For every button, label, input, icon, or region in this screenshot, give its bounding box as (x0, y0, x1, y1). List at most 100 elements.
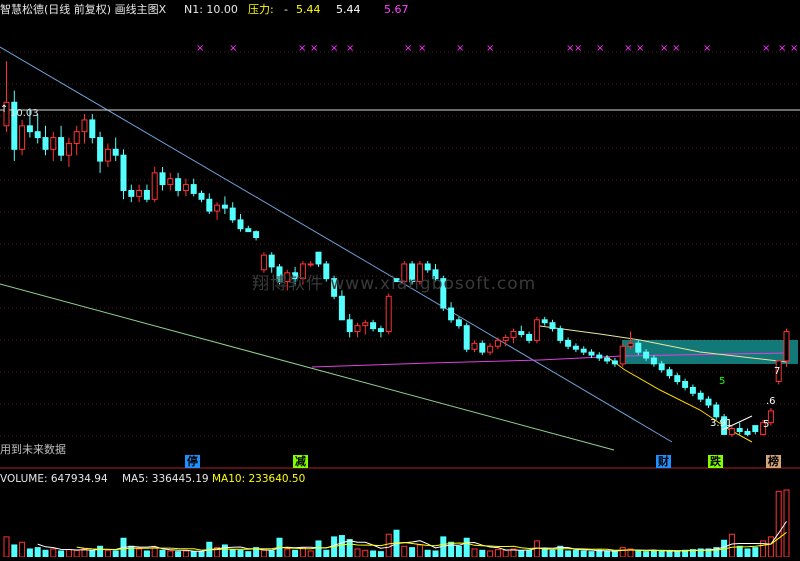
volume-bar-28 (221, 544, 228, 558)
candle-body-58 (455, 319, 462, 327)
volume-ma5: MA5: 336445.19 (122, 473, 209, 485)
candle-body-5 (42, 137, 49, 150)
volume-bar-0 (3, 536, 10, 558)
candle-body-8 (65, 142, 72, 156)
volume-bar-20 (159, 549, 166, 558)
candle-body-10 (81, 119, 88, 133)
badge-ting: 停 (185, 455, 200, 468)
volume-bar-21 (167, 550, 174, 558)
candle-body-66 (518, 331, 525, 335)
signal-marker-14: × (636, 43, 644, 54)
volume-bar-34 (268, 550, 275, 558)
signal-marker-13: × (624, 43, 632, 54)
signal-marker-12: × (596, 43, 604, 54)
pressure-value-1: 5.44 (296, 3, 321, 16)
signal-marker-17: × (703, 43, 711, 54)
volume-bar-3 (26, 548, 33, 558)
volume-bar-77 (604, 550, 611, 558)
candle-body-79 (619, 345, 626, 365)
candle-body-86 (674, 375, 681, 383)
volume-bar-1 (11, 544, 18, 558)
signal-marker-5: × (346, 43, 354, 54)
candle-body-21 (167, 178, 174, 186)
candle-body-28 (221, 204, 228, 209)
price-marker-arrow: ↑ (0, 104, 9, 115)
candle-body-9 (73, 131, 80, 144)
volume-bar-62 (487, 550, 494, 558)
volume-bar-2 (19, 541, 26, 558)
candle-body-77 (604, 357, 611, 362)
candle-body-30 (237, 219, 244, 230)
candle-body-32 (253, 231, 260, 239)
volume-bar-4 (34, 547, 41, 558)
volume-bar-9 (73, 549, 80, 558)
candle-body-3 (26, 125, 33, 133)
candle-body-24 (190, 184, 197, 194)
candle-body-74 (580, 348, 587, 353)
downtrend-line-upper (0, 46, 373, 266)
volume-bar-14 (112, 550, 119, 558)
signal-marker-9: × (486, 43, 494, 54)
volume-bar-95 (744, 548, 751, 558)
volume-bar-93 (728, 533, 735, 558)
candle-body-4 (34, 131, 41, 139)
volume-bar-64 (502, 549, 509, 558)
top-markers: × × × × × × × × × × × × × × × × × × × × × (196, 43, 798, 54)
volume-value: VOLUME: 647934.94 (0, 473, 108, 485)
badge-die: 跌 (708, 455, 723, 468)
candle-body-73 (572, 345, 579, 350)
candle-body-72 (565, 339, 572, 347)
volume-ma10: MA10: 233640.50 (212, 473, 306, 485)
volume-bar-47 (370, 550, 377, 558)
signal-marker-20: × (790, 43, 798, 54)
volume-bar-8 (65, 549, 72, 558)
candle-body-17 (136, 189, 143, 197)
candle-body-27 (214, 204, 221, 212)
candle-body-11 (89, 119, 96, 139)
candle-body-43 (338, 295, 345, 321)
volume-bar-82 (643, 551, 650, 558)
volume-bar-43 (338, 535, 345, 558)
candle-body-96 (752, 425, 759, 432)
candle-body-88 (689, 386, 696, 394)
candle-body-40 (315, 251, 322, 265)
candles (3, 61, 790, 437)
signal-marker-4: × (330, 43, 338, 54)
candle-body-75 (588, 351, 595, 356)
volume-bar-76 (596, 549, 603, 558)
volume-bar-41 (323, 549, 330, 558)
volume-bar-37 (292, 549, 299, 558)
signal-marker-6: × (404, 43, 412, 54)
candle-body-16 (128, 189, 135, 197)
candle-body-71 (557, 328, 564, 341)
chart-stage: × × × × × × × × × × × × × × × × × × × × × 智慧松德(日线 前复权) 画线主图X… (0, 0, 800, 558)
volume-bar-84 (658, 549, 665, 558)
candle-body-84 (658, 363, 665, 371)
volume-bar-94 (736, 545, 743, 558)
annotation-7: 7 (774, 366, 781, 377)
candle-body-44 (346, 319, 353, 333)
candle-body-47 (370, 322, 377, 330)
candle-body-81 (635, 342, 642, 353)
trend-overlays (0, 46, 800, 451)
volume-bar-81 (635, 550, 642, 558)
badge-jian: 减 (293, 455, 308, 468)
volume-bar-25 (198, 551, 205, 558)
volume-bar-31 (245, 551, 252, 558)
volume-bar-11 (89, 550, 96, 558)
candle-body-76 (596, 354, 603, 359)
candle-body-70 (549, 322, 556, 330)
volume-bar-22 (175, 551, 182, 558)
candle-body-22 (175, 178, 182, 191)
pressure-value-2: 5.44 (336, 3, 361, 16)
volume-bar-51 (401, 545, 408, 558)
candle-body-14 (112, 148, 119, 156)
volume-bar-83 (650, 550, 657, 558)
volume-bar-63 (494, 549, 501, 558)
signal-marker-19: × (778, 43, 786, 54)
volume-bar-58 (455, 545, 462, 558)
volume-bar-17 (136, 548, 143, 558)
volume-bar-55 (432, 550, 439, 558)
candle-body-6 (50, 137, 57, 150)
volume-bar-67 (526, 549, 533, 558)
